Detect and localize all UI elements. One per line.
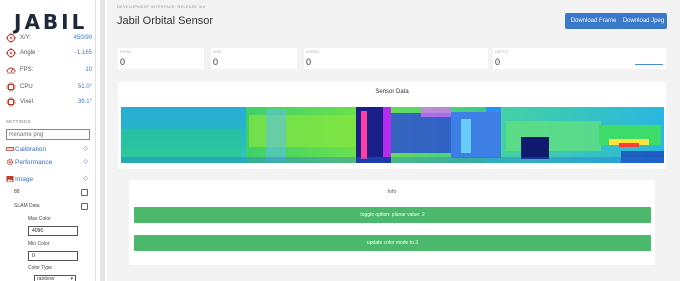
stat-card-depth: DEPTH 0	[493, 48, 666, 69]
page-title: Jabil Orbital Sensor	[117, 15, 213, 27]
color-type-value: rainbow	[37, 276, 55, 281]
stat-label: Vixel	[20, 99, 33, 105]
option-label: 88	[14, 189, 20, 195]
menu-item-performance[interactable]: Performance ◇	[6, 157, 90, 169]
stat-card-label: SIZE	[213, 50, 222, 54]
min-color-input[interactable]	[28, 251, 78, 261]
info-title: Info	[387, 189, 397, 195]
gear-icon	[6, 158, 14, 166]
sensor-data-card: Sensor Data	[118, 82, 666, 169]
stat-card-point: POINT 0	[118, 48, 204, 69]
stat-card-size: SIZE 0	[211, 48, 297, 69]
info-message[interactable]: update color mode to 3	[134, 235, 651, 251]
info-card: Info toggle option: planar value: 2 upda…	[129, 180, 655, 265]
ruler-icon	[6, 147, 14, 151]
info-message[interactable]: toggle option: planar value: 2	[134, 207, 651, 223]
cpu-icon	[6, 82, 16, 92]
menu-item-label: Calibration	[15, 146, 47, 153]
slam-data-checkbox[interactable]	[81, 203, 88, 210]
color-type-label: Color Type	[28, 265, 53, 271]
option-88-checkbox[interactable]	[81, 189, 88, 196]
stat-card-value: 0	[495, 57, 501, 67]
max-color-label: Max Color	[28, 216, 51, 222]
max-color-input[interactable]	[28, 226, 78, 236]
chevron-down-icon: ▾	[70, 276, 73, 281]
stat-value: 450/90	[73, 35, 92, 41]
stat-xy: X/Y: 450/90	[6, 33, 92, 45]
panel-divider[interactable]	[100, 0, 105, 281]
stat-card-value: 0	[120, 57, 126, 67]
stat-label: Angle	[20, 50, 36, 56]
stat-card-label: POINT	[120, 50, 132, 54]
stat-label: CPU	[20, 84, 33, 90]
stat-label: FPS:	[20, 67, 34, 73]
speedometer-icon	[6, 67, 16, 74]
expand-icon: ◇	[83, 176, 88, 182]
download-jpeg-button[interactable]: Download Jpeg	[620, 13, 667, 29]
crosshair-icon	[6, 48, 16, 58]
expand-icon: ◇	[83, 159, 88, 165]
stat-vixel: Vixel 39.1°	[6, 97, 92, 109]
color-type-select[interactable]: rainbow ▾	[34, 275, 76, 281]
option-label: SLAM Data	[14, 203, 40, 209]
crosshair-icon	[6, 33, 16, 43]
stat-card-label: DEPTH	[495, 50, 508, 54]
menu-item-label: Performance	[15, 159, 53, 166]
stat-card-speed: SPEED 0	[304, 48, 488, 69]
stat-cpu: CPU 51.0°	[6, 82, 92, 94]
stat-label: X/Y:	[20, 35, 32, 41]
stat-value: 39.1°	[77, 99, 92, 105]
main-content: DEVELOPMENT INTERFACE: RELEASE 3rd Jabil…	[107, 0, 680, 281]
sidebar: JABIL X/Y: 450/90 Angle -1.165 FPS: 10 C…	[0, 0, 96, 281]
min-color-label: Min Color	[28, 241, 50, 247]
sensor-data-title: Sensor Data	[375, 89, 409, 95]
option-slam-data: SLAM Data	[14, 203, 90, 213]
depth-slider-line[interactable]	[635, 64, 663, 65]
stat-card-label: SPEED	[306, 50, 319, 54]
stat-card-value: 0	[213, 57, 219, 67]
sensor-heatmap-image	[121, 107, 664, 163]
expand-icon: ◇	[83, 146, 88, 152]
stat-fps: FPS: 10	[6, 65, 92, 77]
stat-value: 51.0°	[77, 84, 92, 90]
stat-value: 10	[85, 67, 92, 73]
stat-value: -1.165	[74, 50, 92, 56]
image-icon	[6, 176, 14, 182]
cpu-icon	[6, 97, 16, 107]
menu-item-image[interactable]: Image ◇	[6, 174, 90, 186]
stat-card-value: 0	[306, 57, 312, 67]
download-frame-button[interactable]: Download Frame	[565, 13, 622, 29]
option-88: 88	[14, 189, 90, 199]
menu-item-label: Image	[15, 176, 34, 183]
jabil-logo: JABIL	[14, 10, 88, 34]
settings-title: SETTINGS	[6, 119, 31, 124]
rename-png-input[interactable]	[6, 129, 90, 140]
stat-angle: Angle -1.165	[6, 48, 92, 60]
menu-item-calibration[interactable]: Calibration ◇	[6, 144, 90, 156]
release-label: DEVELOPMENT INTERFACE: RELEASE 3rd	[117, 4, 206, 9]
